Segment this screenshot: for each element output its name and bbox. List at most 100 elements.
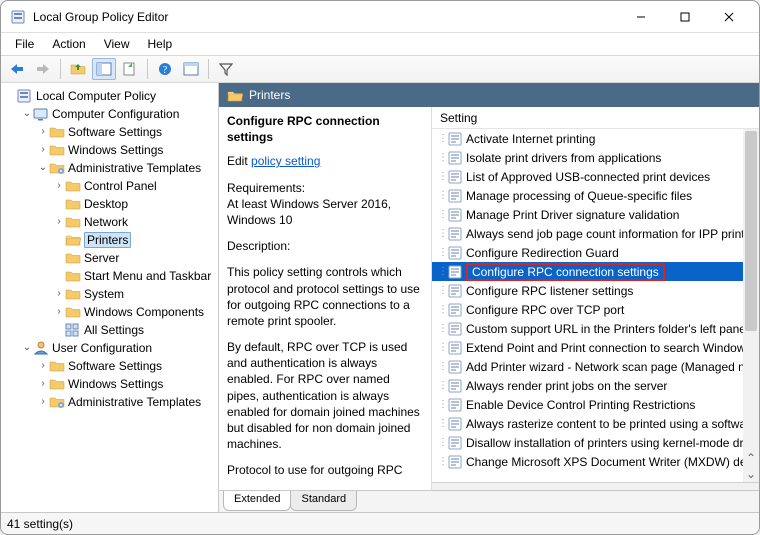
tree-network[interactable]: ›Network — [1, 213, 218, 231]
tree-desktop[interactable]: ›Desktop — [1, 195, 218, 213]
tree-windows-components[interactable]: ›Windows Components — [1, 303, 218, 321]
tree-printers[interactable]: ›Printers — [1, 231, 218, 249]
column-header-setting[interactable]: Setting — [432, 107, 759, 129]
setting-row[interactable]: ⋮⋮Add Printer wizard - Network scan page… — [432, 357, 759, 376]
description-label: Description: — [227, 238, 423, 254]
setting-row[interactable]: ⋮⋮ Configure RPC connection settings — [432, 262, 759, 281]
setting-label: Add Printer wizard - Network scan page (… — [466, 360, 751, 374]
menu-file[interactable]: File — [7, 35, 42, 53]
tab-standard[interactable]: Standard — [290, 491, 357, 511]
filter-button[interactable] — [214, 58, 238, 80]
vertical-scrollbar[interactable]: ⌃ ⌄ — [743, 129, 759, 482]
tree-server[interactable]: ›Server — [1, 249, 218, 267]
computer-icon — [33, 106, 49, 122]
setting-row[interactable]: ⋮⋮Configure RPC listener settings — [432, 281, 759, 300]
setting-row[interactable]: ⋮⋮Change Microsoft XPS Document Writer (… — [432, 452, 759, 471]
setting-row[interactable]: ⋮⋮Isolate print drivers from application… — [432, 148, 759, 167]
tree-uc-windows-settings[interactable]: ›Windows Settings — [1, 375, 218, 393]
requirements-label: Requirements: — [227, 181, 305, 195]
console-tree[interactable]: ▾ Local Computer Policy ⌄ Computer Confi… — [1, 83, 219, 512]
menu-help[interactable]: Help — [140, 35, 181, 53]
folder-icon — [49, 124, 65, 140]
tree-cc-software-settings[interactable]: ›Software Settings — [1, 123, 218, 141]
tree-root[interactable]: ▾ Local Computer Policy — [1, 87, 218, 105]
grip-icon: ⋮⋮ — [438, 190, 446, 201]
setting-item-icon — [448, 227, 462, 241]
setting-label: List of Approved USB-connected print dev… — [466, 170, 710, 184]
setting-row[interactable]: ⋮⋮Activate Internet printing — [432, 129, 759, 148]
setting-item-icon — [448, 151, 462, 165]
setting-row[interactable]: ⋮⋮Manage Print Driver signature validati… — [432, 205, 759, 224]
edit-policy-link[interactable]: policy setting — [251, 154, 320, 168]
app-window: Local Group Policy Editor File Action Vi… — [0, 0, 760, 535]
tree-computer-configuration[interactable]: ⌄ Computer Configuration — [1, 105, 218, 123]
show-hide-tree-button[interactable] — [92, 58, 116, 80]
setting-row[interactable]: ⋮⋮Extend Point and Print connection to s… — [432, 338, 759, 357]
properties-button[interactable] — [179, 58, 203, 80]
setting-row[interactable]: ⋮⋮Always send job page count information… — [432, 224, 759, 243]
scrollbar-thumb[interactable] — [745, 131, 757, 331]
result-pane: Printers Configure RPC connection settin… — [219, 83, 759, 512]
setting-item-icon — [448, 265, 462, 279]
folder-icon — [65, 178, 81, 194]
nav-forward-button[interactable] — [31, 58, 55, 80]
tree-administrative-templates[interactable]: ⌄Administrative Templates — [1, 159, 218, 177]
tree-start-menu-taskbar[interactable]: ›Start Menu and Taskbar — [1, 267, 218, 285]
setting-row[interactable]: ⋮⋮Configure Redirection Guard — [432, 243, 759, 262]
nav-back-button[interactable] — [5, 58, 29, 80]
setting-label: Configure RPC connection settings — [466, 263, 665, 281]
scroll-up-arrow[interactable]: ⌃ — [743, 450, 759, 466]
requirements-text: At least Windows Server 2016, Windows 10 — [227, 197, 391, 227]
menu-view[interactable]: View — [96, 35, 138, 53]
setting-row[interactable]: ⋮⋮Manage processing of Queue-specific fi… — [432, 186, 759, 205]
setting-row[interactable]: ⋮⋮List of Approved USB-connected print d… — [432, 167, 759, 186]
maximize-button[interactable] — [663, 2, 707, 32]
tree-uc-administrative-templates[interactable]: ›Administrative Templates — [1, 393, 218, 411]
setting-row[interactable]: ⋮⋮Configure RPC over TCP port — [432, 300, 759, 319]
setting-item-icon — [448, 170, 462, 184]
folder-open-icon — [227, 88, 243, 102]
setting-label: Enable Device Control Printing Restricti… — [466, 398, 695, 412]
svg-text:?: ? — [163, 65, 168, 76]
toolbar: ? — [1, 55, 759, 83]
export-list-button[interactable] — [118, 58, 142, 80]
minimize-button[interactable] — [619, 2, 663, 32]
admin-templates-icon — [49, 160, 65, 176]
setting-row[interactable]: ⋮⋮Custom support URL in the Printers fol… — [432, 319, 759, 338]
close-button[interactable] — [707, 2, 751, 32]
path-header: Printers — [219, 83, 759, 107]
setting-row[interactable]: ⋮⋮Disallow installation of printers usin… — [432, 433, 759, 452]
setting-label: Change Microsoft XPS Document Writer (MX… — [466, 455, 750, 469]
setting-label: Always render print jobs on the server — [466, 379, 667, 393]
tree-system[interactable]: ›System — [1, 285, 218, 303]
tab-extended[interactable]: Extended — [223, 491, 291, 511]
menu-action[interactable]: Action — [44, 35, 93, 53]
setting-label: Isolate print drivers from applications — [466, 151, 661, 165]
grip-icon: ⋮⋮ — [438, 380, 446, 391]
user-icon — [33, 340, 49, 356]
tree-uc-software-settings[interactable]: ›Software Settings — [1, 357, 218, 375]
tree-cc-windows-settings[interactable]: ›Windows Settings — [1, 141, 218, 159]
tree-user-configuration[interactable]: ⌄ User Configuration — [1, 339, 218, 357]
setting-row[interactable]: ⋮⋮Enable Device Control Printing Restric… — [432, 395, 759, 414]
folder-icon — [65, 250, 81, 266]
up-level-button[interactable] — [66, 58, 90, 80]
description-pane: Configure RPC connection settings Edit p… — [219, 107, 431, 490]
grip-icon: ⋮⋮ — [438, 266, 446, 277]
tree-all-settings[interactable]: ›All Settings — [1, 321, 218, 339]
description-paragraph-1: This policy setting controls which proto… — [227, 264, 423, 329]
settings-list[interactable]: ⋮⋮Activate Internet printing⋮⋮Isolate pr… — [432, 129, 759, 482]
grip-icon: ⋮⋮ — [438, 342, 446, 353]
help-button[interactable]: ? — [153, 58, 177, 80]
horizontal-scrollbar[interactable] — [432, 482, 759, 490]
tree-control-panel[interactable]: ›Control Panel — [1, 177, 218, 195]
setting-label: Configure RPC over TCP port — [466, 303, 624, 317]
scroll-down-arrow[interactable]: ⌄ — [743, 466, 759, 482]
setting-row[interactable]: ⋮⋮Always rasterize content to be printed… — [432, 414, 759, 433]
folder-icon — [65, 268, 81, 284]
grip-icon: ⋮⋮ — [438, 285, 446, 296]
setting-item-icon — [448, 379, 462, 393]
statusbar: 41 setting(s) — [1, 512, 759, 534]
setting-row[interactable]: ⋮⋮ Always render print jobs on the server — [432, 376, 759, 395]
setting-item-icon — [448, 132, 462, 146]
